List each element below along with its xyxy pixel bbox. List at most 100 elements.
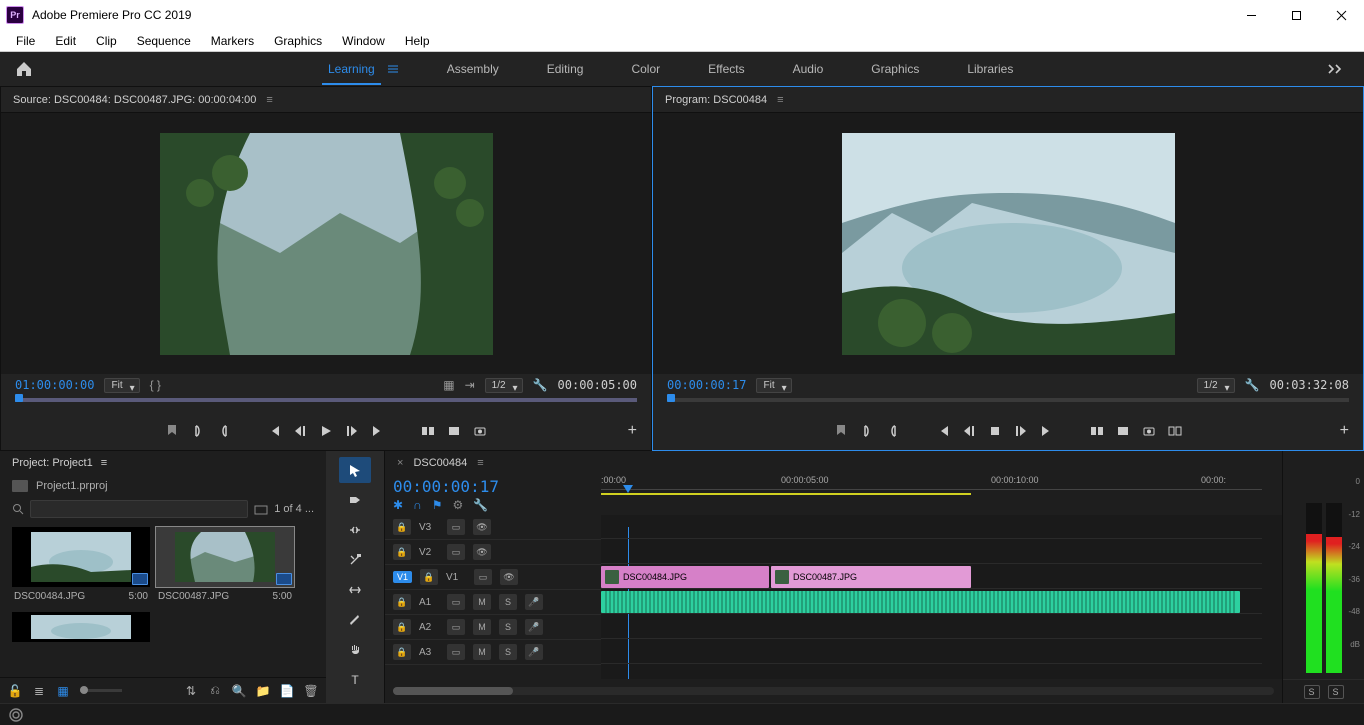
workspace-audio[interactable]: Audio xyxy=(793,54,824,84)
workspace-effects[interactable]: Effects xyxy=(708,54,744,84)
lock-icon[interactable]: 🔒 xyxy=(393,544,411,560)
track-a3[interactable]: 🔒A3▭MS🎤 xyxy=(385,640,601,665)
mark-out-icon[interactable] xyxy=(886,424,900,438)
menu-markers[interactable]: Markers xyxy=(201,32,264,50)
solo-right[interactable]: S xyxy=(1328,685,1344,699)
mark-out-icon[interactable] xyxy=(217,424,231,438)
eye-icon[interactable]: 👁 xyxy=(473,519,491,535)
timeline-content[interactable]: DSC00484.JPG DSC00487.JPG xyxy=(601,515,1282,679)
list-view-icon[interactable]: ≣ xyxy=(32,684,46,698)
hand-tool[interactable] xyxy=(339,637,371,663)
timeline-zoom-scrollbar[interactable] xyxy=(393,687,1274,695)
sequence-tab[interactable]: DSC00484 xyxy=(413,457,467,469)
source-resolution-select[interactable]: 1/2▾ xyxy=(485,378,523,393)
menu-edit[interactable]: Edit xyxy=(45,32,86,50)
type-tool[interactable]: T xyxy=(339,667,371,693)
lock-icon[interactable]: 🔒 xyxy=(420,569,438,585)
linked-selection-icon[interactable]: ∩ xyxy=(413,498,422,512)
step-back-icon[interactable] xyxy=(962,424,976,438)
workspace-overflow-button[interactable] xyxy=(1308,64,1364,74)
workspace-learning[interactable]: Learning xyxy=(328,54,375,84)
project-item[interactable]: DSC00484.JPG5:00 xyxy=(12,527,150,602)
export-frame-icon[interactable] xyxy=(1142,424,1156,438)
maximize-button[interactable] xyxy=(1274,0,1319,30)
trash-icon[interactable]: 🗑 xyxy=(304,684,318,698)
export-frame-icon[interactable] xyxy=(473,424,487,438)
track-v1[interactable]: V1🔒V1▭👁 xyxy=(385,565,601,590)
panel-menu-icon[interactable]: ≡ xyxy=(101,457,107,469)
creative-cloud-icon[interactable] xyxy=(8,707,24,723)
program-scrubber[interactable] xyxy=(667,398,1349,402)
timeline-ruler[interactable]: :00:00 00:00:05:00 00:00:10:00 00:00: xyxy=(601,475,1282,515)
settings-icon[interactable]: ⚙ xyxy=(452,498,463,512)
source-scrubber[interactable] xyxy=(15,398,637,402)
minimize-button[interactable] xyxy=(1229,0,1274,30)
program-zoom-select[interactable]: Fit▾ xyxy=(756,378,791,393)
workspace-libraries[interactable]: Libraries xyxy=(967,54,1013,84)
razor-tool[interactable] xyxy=(339,547,371,573)
source-timecode-in[interactable]: 01:00:00:00 xyxy=(15,378,94,392)
source-patch-icon[interactable]: ▭ xyxy=(447,544,465,560)
insert-icon[interactable] xyxy=(421,424,435,438)
source-patch-icon[interactable]: ▭ xyxy=(447,519,465,535)
panel-menu-icon[interactable]: ≡ xyxy=(777,94,783,106)
eye-icon[interactable]: 👁 xyxy=(500,569,518,585)
source-patch-icon[interactable]: ▭ xyxy=(474,569,492,585)
project-tab-label[interactable]: Project: Project1 xyxy=(12,457,93,469)
mic-icon[interactable]: 🎤 xyxy=(525,619,543,635)
timeline-playhead-timecode[interactable]: 00:00:00:17 xyxy=(393,475,593,496)
panel-menu-icon[interactable]: ≡ xyxy=(477,457,483,469)
panel-menu-icon[interactable] xyxy=(387,64,399,74)
track-a1[interactable]: 🔒A1▭MS🎤 xyxy=(385,590,601,615)
go-to-in-icon[interactable] xyxy=(936,424,950,438)
mic-icon[interactable]: 🎤 xyxy=(525,594,543,610)
go-to-out-icon[interactable] xyxy=(1040,424,1054,438)
track-v2[interactable]: 🔒V2▭👁 xyxy=(385,540,601,565)
markers-icon[interactable]: ⚑ xyxy=(432,498,443,512)
slip-tool[interactable] xyxy=(339,577,371,603)
play-icon[interactable] xyxy=(319,424,333,438)
stop-icon[interactable] xyxy=(988,424,1002,438)
menu-help[interactable]: Help xyxy=(395,32,440,50)
workspace-graphics[interactable]: Graphics xyxy=(871,54,919,84)
search-input[interactable] xyxy=(30,500,248,518)
settings-icon[interactable]: 🔧 xyxy=(1245,378,1260,392)
lock-icon[interactable]: 🔒 xyxy=(393,594,411,610)
project-item[interactable]: DSC00487.JPG5:00 xyxy=(156,527,294,602)
menu-file[interactable]: File xyxy=(6,32,45,50)
snap-icon[interactable]: ✱ xyxy=(393,498,403,512)
find-icon[interactable]: 🔍 xyxy=(232,684,246,698)
eye-icon[interactable]: 👁 xyxy=(473,544,491,560)
go-to-in-icon[interactable] xyxy=(267,424,281,438)
bracket-icon[interactable]: { } xyxy=(150,378,161,392)
lift-icon[interactable] xyxy=(1090,424,1104,438)
pen-tool[interactable] xyxy=(339,607,371,633)
lock-icon[interactable]: 🔒 xyxy=(393,519,411,535)
track-v3[interactable]: 🔒V3▭👁 xyxy=(385,515,601,540)
thumbnail-zoom-slider[interactable] xyxy=(80,689,122,692)
track-select-tool[interactable] xyxy=(339,487,371,513)
workspace-editing[interactable]: Editing xyxy=(547,54,584,84)
timeline-clip[interactable]: DSC00484.JPG xyxy=(601,566,769,588)
new-bin-icon[interactable] xyxy=(254,503,268,515)
selection-tool[interactable] xyxy=(339,457,371,483)
menu-sequence[interactable]: Sequence xyxy=(127,32,201,50)
step-back-icon[interactable] xyxy=(293,424,307,438)
extract-icon[interactable] xyxy=(1116,424,1130,438)
icon-view-icon[interactable]: ▦ xyxy=(56,684,70,698)
program-resolution-select[interactable]: 1/2▾ xyxy=(1197,378,1235,393)
solo-left[interactable]: S xyxy=(1304,685,1320,699)
timeline-playhead[interactable] xyxy=(623,485,634,499)
mic-icon[interactable]: 🎤 xyxy=(525,644,543,660)
lock-icon[interactable]: 🔒 xyxy=(393,644,411,660)
source-zoom-select[interactable]: Fit▾ xyxy=(104,378,139,393)
step-forward-icon[interactable] xyxy=(345,424,359,438)
menu-graphics[interactable]: Graphics xyxy=(264,32,332,50)
add-button[interactable]: + xyxy=(628,422,637,440)
comparison-icon[interactable] xyxy=(1168,424,1182,438)
step-forward-icon[interactable] xyxy=(1014,424,1028,438)
wrench-icon[interactable]: 🔧 xyxy=(473,498,488,512)
new-bin-icon[interactable]: 📁 xyxy=(256,684,270,698)
add-button[interactable]: + xyxy=(1340,422,1349,440)
project-item[interactable] xyxy=(12,612,150,642)
